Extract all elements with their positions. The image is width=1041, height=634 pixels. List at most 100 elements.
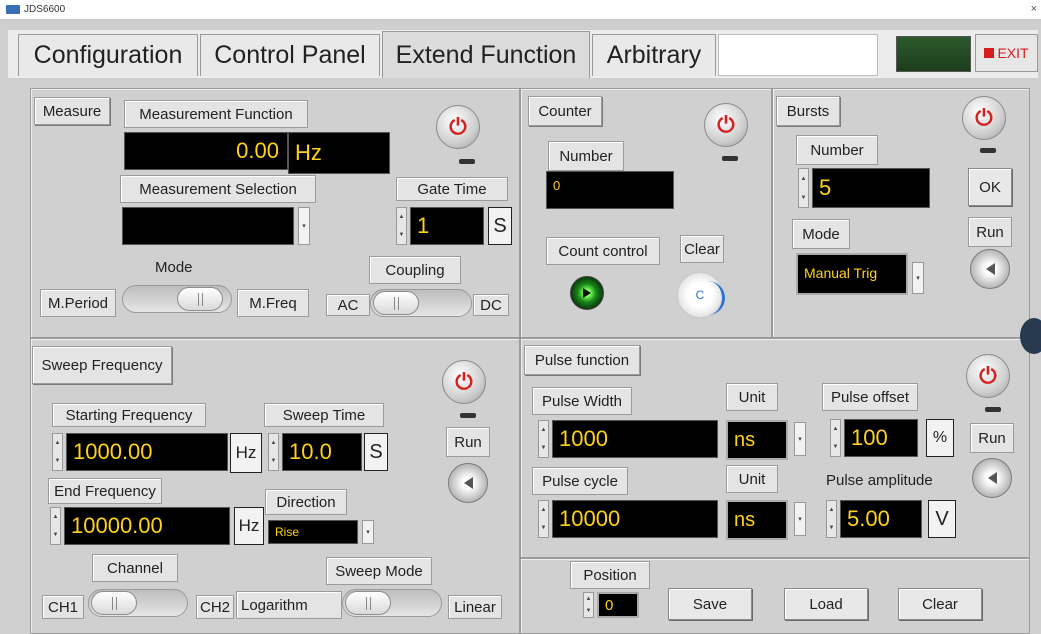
sweep-power-button[interactable]: ⏻: [442, 360, 486, 404]
coupling-toggle[interactable]: [370, 289, 472, 317]
counter-number-display: 0: [546, 171, 674, 209]
counter-power-button[interactable]: ⏻: [704, 103, 748, 147]
pulse-amplitude-field[interactable]: 5.00: [840, 500, 922, 538]
bursts-run-label: Run: [968, 217, 1012, 247]
measurement-value-display: 0.00: [124, 132, 288, 170]
end-frequency-spinner[interactable]: ▲ ▼: [50, 507, 61, 545]
bursts-mode-select[interactable]: Manual Trig: [796, 253, 908, 295]
sweep-mode-label: Sweep Mode: [326, 557, 432, 585]
sweep-run-button[interactable]: [448, 463, 488, 503]
measurement-selection-label: Measurement Selection: [120, 175, 316, 203]
clear-button[interactable]: Clear: [898, 588, 982, 620]
start-frequency-spinner[interactable]: ▲ ▼: [52, 433, 63, 471]
counter-number-label: Number: [548, 141, 624, 171]
start-frequency-unit: Hz: [230, 433, 262, 473]
pulse-run-label: Run: [970, 423, 1014, 453]
gate-time-spinner[interactable]: ▲ ▼: [396, 207, 407, 245]
bursts-power-button[interactable]: ⏻: [962, 96, 1006, 140]
mode-m-freq-label: M.Freq: [237, 289, 309, 317]
bursts-run-button[interactable]: [970, 249, 1010, 289]
end-frequency-field[interactable]: 10000.00: [64, 507, 230, 545]
play-icon: [583, 288, 591, 298]
measure-power-button[interactable]: ⏻: [436, 105, 480, 149]
run-icon: [985, 263, 995, 275]
sweep-mode-toggle[interactable]: [342, 589, 442, 617]
bursts-mode-label: Mode: [792, 219, 850, 249]
pulse-width-spinner[interactable]: ▲ ▼: [538, 420, 549, 458]
tab-bar-blank: [718, 34, 878, 76]
channel-toggle-knob[interactable]: [91, 591, 137, 615]
sweep-mode-logarithm-label: Logarithm: [236, 591, 342, 619]
end-frequency-unit: Hz: [234, 507, 264, 545]
save-button[interactable]: Save: [668, 588, 752, 620]
end-frequency-label: End Frequency: [48, 478, 162, 504]
load-button[interactable]: Load: [784, 588, 868, 620]
pulse-amplitude-spinner[interactable]: ▲ ▼: [826, 500, 837, 538]
direction-select[interactable]: Rise: [268, 520, 358, 544]
bursts-ok-button[interactable]: OK: [968, 168, 1012, 206]
measurement-function-label: Measurement Function: [124, 100, 308, 128]
pulse-offset-spinner[interactable]: ▲ ▼: [830, 419, 841, 457]
counter-clear-button[interactable]: C: [676, 271, 725, 319]
measurement-unit-display: Hz: [288, 132, 390, 174]
sweep-title: Sweep Frequency: [32, 346, 172, 384]
tab-configuration[interactable]: Configuration: [18, 34, 198, 76]
gate-time-label: Gate Time: [396, 177, 508, 201]
chevron-down-icon[interactable]: ▾: [912, 262, 924, 294]
starting-frequency-label: Starting Frequency: [52, 403, 206, 427]
pulse-width-field[interactable]: 1000: [552, 420, 718, 458]
sweep-time-field[interactable]: 10.0: [282, 433, 362, 471]
tab-extend-function[interactable]: Extend Function: [382, 31, 590, 78]
tab-control-panel[interactable]: Control Panel: [200, 34, 380, 76]
counter-clear-label: Clear: [680, 235, 724, 263]
pulse-width-unit-select[interactable]: ns: [726, 420, 788, 460]
start-frequency-field[interactable]: 1000.00: [66, 433, 228, 471]
measure-power-led: [459, 159, 475, 164]
mode-toggle[interactable]: [122, 285, 232, 313]
measurement-selection-select[interactable]: [122, 207, 294, 245]
measure-title: Measure: [34, 97, 110, 125]
coupling-toggle-knob[interactable]: [373, 291, 419, 315]
bursts-number-field[interactable]: 5: [812, 168, 930, 208]
coupling-ac-label: AC: [326, 294, 370, 316]
sweep-mode-toggle-knob[interactable]: [345, 591, 391, 615]
pulse-run-button[interactable]: [972, 458, 1012, 498]
sweep-time-spinner[interactable]: ▲ ▼: [268, 433, 279, 471]
app-icon: [6, 5, 20, 14]
exit-label: EXIT: [997, 45, 1029, 61]
pulse-cycle-label: Pulse cycle: [532, 467, 628, 495]
status-led: [896, 36, 971, 72]
count-control-button[interactable]: [570, 276, 604, 310]
pulse-power-button[interactable]: ⏻: [966, 354, 1010, 398]
chevron-down-icon[interactable]: ▾: [794, 422, 806, 456]
pulse-cycle-unit-select[interactable]: ns: [726, 500, 788, 540]
tab-arbitrary[interactable]: Arbitrary: [592, 34, 716, 76]
mode-toggle-knob[interactable]: [177, 287, 223, 311]
floating-handle-icon[interactable]: [1020, 318, 1041, 354]
stop-icon: [984, 48, 995, 58]
app-window: JDS6600 × Configuration Control Panel Ex…: [0, 0, 1041, 634]
gate-time-field[interactable]: 1: [410, 207, 484, 245]
counter-title: Counter: [528, 96, 602, 126]
coupling-dc-label: DC: [473, 294, 509, 316]
channel-toggle[interactable]: [88, 589, 188, 617]
ch2-label: CH2: [196, 595, 234, 619]
position-label: Position: [570, 561, 650, 589]
pulse-title: Pulse function: [524, 345, 640, 375]
pulse-amplitude-unit: V: [928, 500, 956, 538]
bursts-title: Bursts: [776, 96, 840, 126]
count-control-label: Count control: [546, 237, 660, 265]
pulse-offset-field[interactable]: 100: [844, 419, 918, 457]
bursts-number-spinner[interactable]: ▲ ▼: [798, 168, 809, 208]
bursts-power-led: [980, 148, 996, 153]
sweep-mode-linear-label: Linear: [448, 595, 502, 619]
pulse-cycle-field[interactable]: 10000: [552, 500, 718, 538]
close-icon[interactable]: ×: [1031, 3, 1037, 15]
exit-button[interactable]: EXIT: [975, 34, 1038, 72]
pulse-cycle-spinner[interactable]: ▲ ▼: [538, 500, 549, 538]
chevron-down-icon[interactable]: ▾: [794, 502, 806, 536]
chevron-down-icon[interactable]: ▾: [362, 520, 374, 544]
position-field[interactable]: 0: [597, 592, 639, 618]
chevron-down-icon[interactable]: ▾: [298, 207, 310, 245]
position-spinner[interactable]: ▲ ▼: [583, 592, 594, 618]
